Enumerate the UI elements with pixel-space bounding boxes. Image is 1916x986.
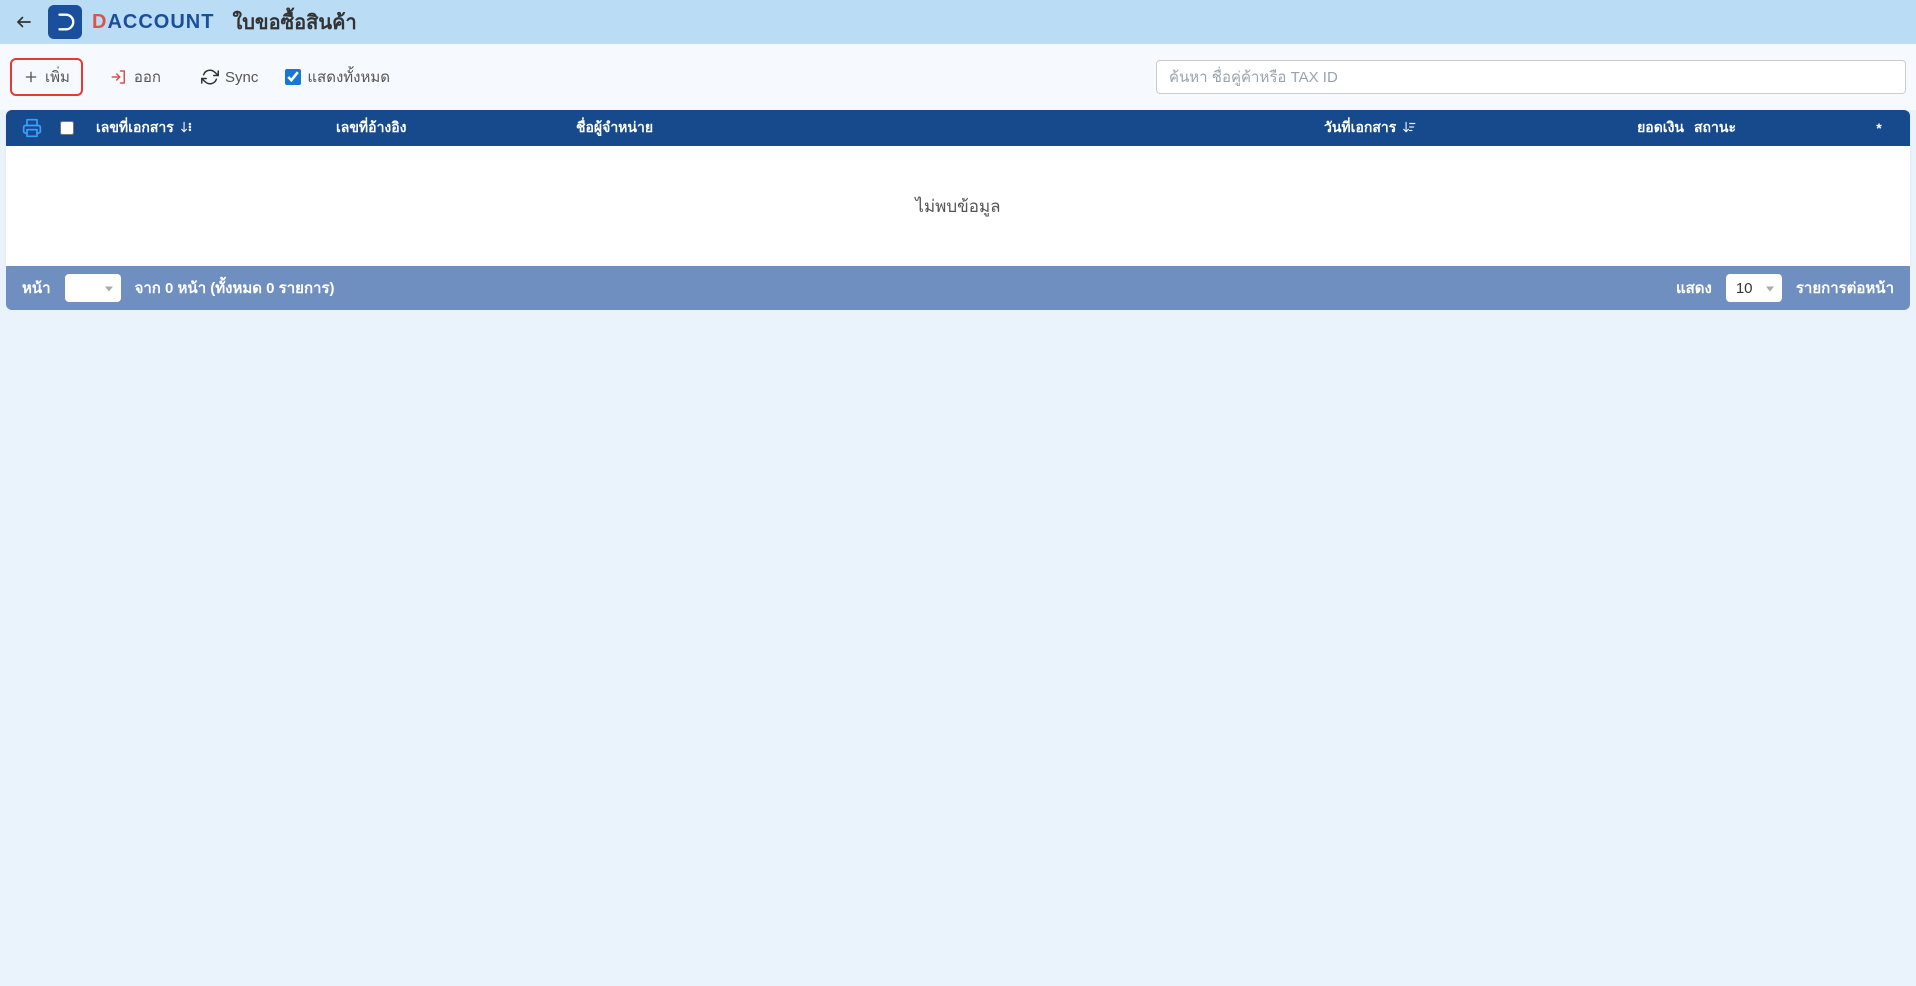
per-page-select[interactable]: 10 (1726, 274, 1782, 302)
show-all-checkbox-wrap[interactable]: แสดงทั้งหมด (285, 65, 390, 89)
brand-name: DACCOUNT (92, 11, 214, 34)
column-ref-no-label: เลขที่อ้างอิง (336, 117, 407, 139)
per-page-value: 10 (1736, 280, 1753, 297)
column-status-label: สถานะ (1694, 117, 1736, 139)
app-logo (48, 5, 82, 39)
select-all-checkbox[interactable] (60, 121, 74, 135)
per-page-label: รายการต่อหน้า (1796, 276, 1894, 300)
page-select[interactable] (65, 274, 121, 302)
show-all-checkbox[interactable] (285, 69, 301, 85)
sort-icon (180, 120, 194, 137)
sort-desc-icon (1402, 120, 1416, 137)
column-select-all[interactable] (60, 121, 96, 135)
column-doc-no-label: เลขที่เอกสาร (96, 117, 174, 139)
sync-button-label: Sync (225, 69, 258, 86)
column-amount[interactable]: ยอดเงิน (1584, 117, 1684, 139)
sync-icon (201, 68, 219, 86)
sync-button[interactable]: Sync (188, 61, 271, 93)
export-button-label: ออก (134, 65, 161, 89)
show-label: แสดง (1676, 276, 1712, 300)
export-icon (110, 68, 128, 86)
arrow-left-icon (15, 13, 33, 31)
column-vendor-label: ชื่อผู้จำหน่าย (576, 117, 653, 139)
toolbar: เพิ่ม ออก Sync แสดงทั้งหมด (0, 44, 1916, 110)
brand-name-rest: ACCOUNT (107, 11, 214, 33)
column-status[interactable]: สถานะ (1684, 117, 1864, 139)
column-doc-no[interactable]: เลขที่เอกสาร (96, 117, 336, 139)
page-label: หน้า (22, 276, 51, 300)
column-ref-no[interactable]: เลขที่อ้างอิง (336, 117, 576, 139)
back-button[interactable] (10, 8, 38, 36)
column-doc-date-label: วันที่เอกสาร (1324, 117, 1396, 139)
column-print[interactable] (22, 118, 60, 138)
app-header: DACCOUNT ใบขอซื้อสินค้า (0, 0, 1916, 44)
search-input[interactable] (1156, 60, 1906, 94)
table-body-empty: ไม่พบข้อมูล (6, 146, 1910, 266)
column-amount-label: ยอดเงิน (1637, 117, 1684, 139)
empty-message: ไม่พบข้อมูล (915, 193, 1000, 220)
column-doc-date[interactable]: วันที่เอกสาร (1324, 117, 1584, 139)
page-title: ใบขอซื้อสินค้า (232, 6, 356, 38)
plus-icon (23, 69, 39, 85)
add-button-label: เพิ่ม (45, 65, 70, 89)
print-icon (22, 118, 42, 138)
page-summary: จาก 0 หน้า (ทั้งหมด 0 รายการ) (135, 276, 335, 300)
pagination-bar: หน้า จาก 0 หน้า (ทั้งหมด 0 รายการ) แสดง … (6, 266, 1910, 310)
column-vendor[interactable]: ชื่อผู้จำหน่าย (576, 117, 1324, 139)
table-header-row: เลขที่เอกสาร เลขที่อ้างอิง ชื่อผู้จำหน่า… (6, 110, 1910, 146)
data-table: เลขที่เอกสาร เลขที่อ้างอิง ชื่อผู้จำหน่า… (6, 110, 1910, 266)
add-button[interactable]: เพิ่ม (10, 58, 83, 96)
export-button[interactable]: ออก (97, 58, 174, 96)
brand-name-d: D (92, 11, 107, 33)
column-star-label: * (1876, 120, 1881, 136)
show-all-label: แสดงทั้งหมด (307, 65, 390, 89)
column-star[interactable]: * (1864, 120, 1894, 136)
